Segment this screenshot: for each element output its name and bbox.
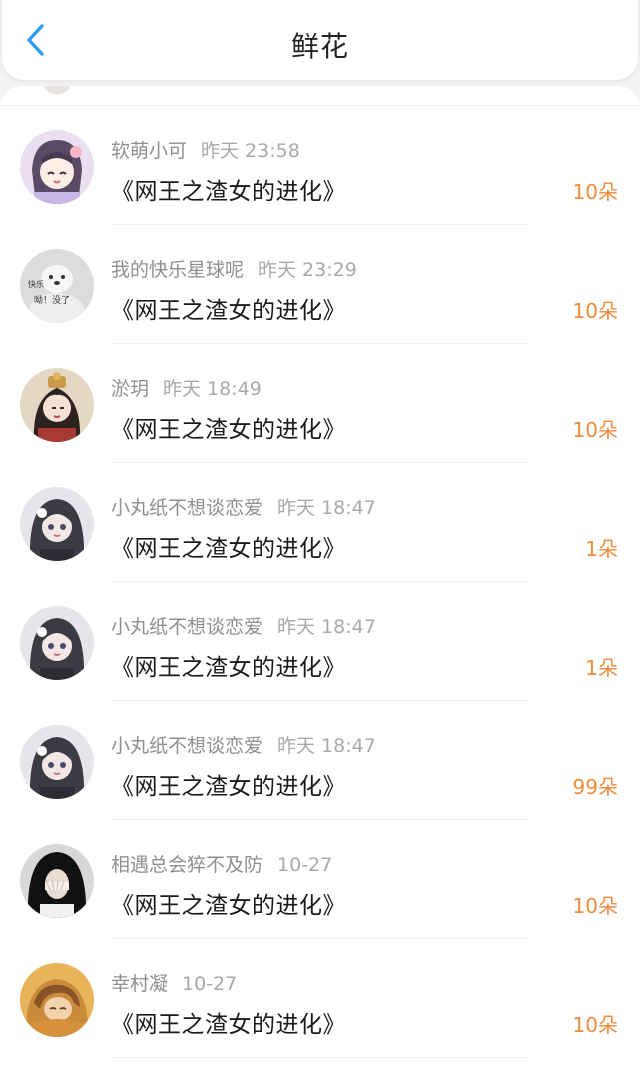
username[interactable]: 相遇总会猝不及防 [111,854,263,876]
item-meta: 我的快乐星球呢 昨天 23:29 [111,255,357,281]
item-meta: 小丸纸不想谈恋爱 昨天 18:47 [111,612,376,638]
avatar[interactable] [20,963,94,1037]
flower-count: 99朵 [572,775,618,799]
book-title[interactable]: 《网王之渣女的进化》 [111,648,346,682]
username[interactable]: 小丸纸不想谈恋爱 [111,735,263,757]
item-meta: 小丸纸不想谈恋爱 昨天 18:47 [111,731,376,757]
username[interactable]: 幸村凝 [111,973,168,995]
avatar[interactable] [20,487,94,561]
timestamp: 昨天 18:47 [277,497,376,519]
book-title[interactable]: 《网王之渣女的进化》 [111,172,346,206]
flower-count: 10朵 [572,180,618,204]
item-meta: 淤玥 昨天 18:49 [111,374,262,400]
item-meta: 小丸纸不想谈恋爱 昨天 18:47 [111,493,376,519]
avatar[interactable] [20,130,94,204]
book-title[interactable]: 《网王之渣女的进化》 [111,767,346,801]
flower-list-page: 鲜花 软萌小可昨天 23:58 《网王之渣女的进化》 10朵 快乐 呦！没了 我… [0,0,640,1068]
timestamp: 10-27 [277,854,333,876]
username[interactable]: 淤玥 [111,378,149,400]
timestamp: 昨天 18:47 [277,735,376,757]
username[interactable]: 小丸纸不想谈恋爱 [111,616,263,638]
avatar[interactable] [20,606,94,680]
list-item[interactable]: 快乐 呦！没了 我的快乐星球呢 昨天 23:29 《网王之渣女的进化》 10朵 [0,225,640,344]
flower-count: 1朵 [585,537,618,561]
nav-header: 鲜花 [2,0,638,80]
list-item[interactable]: 小丸纸不想谈恋爱 昨天 18:47 《网王之渣女的进化》 99朵 [0,701,640,820]
flower-list: 软萌小可 昨天 23:58 《网王之渣女的进化》 10朵 快乐 呦！没了 我的快… [0,86,640,1068]
list-item[interactable]: 小丸纸不想谈恋爱 昨天 18:47 《网王之渣女的进化》 1朵 [0,582,640,701]
list-item[interactable]: 软萌小可 昨天 23:58 《网王之渣女的进化》 10朵 [0,106,640,225]
partial-avatar [44,86,70,94]
timestamp: 昨天 23:58 [201,140,300,162]
avatar[interactable] [20,725,94,799]
flower-count: 10朵 [572,894,618,918]
list-item[interactable]: 小丸纸不想谈恋爱 昨天 18:47 《网王之渣女的进化》 1朵 [0,463,640,582]
book-title[interactable]: 《网王之渣女的进化》 [111,529,346,563]
sticker-text: 快乐 [28,279,44,289]
item-meta: 幸村凝 10-27 [111,969,237,995]
book-title[interactable]: 《网王之渣女的进化》 [111,886,346,920]
list-item[interactable]: 幸村凝 10-27 《网王之渣女的进化》 10朵 [0,939,640,1058]
item-meta: 相遇总会猝不及防 10-27 [111,850,332,876]
avatar[interactable] [20,844,94,918]
divider [111,1057,528,1058]
list-item[interactable]: 淤玥 昨天 18:49 《网王之渣女的进化》 10朵 [0,344,640,463]
list-top-edge [0,86,640,106]
page-title: 鲜花 [290,30,349,63]
avatar[interactable]: 快乐 呦！没了 [20,249,94,323]
timestamp: 昨天 23:29 [258,259,357,281]
list-item[interactable]: 相遇总会猝不及防 10-27 《网王之渣女的进化》 10朵 [0,820,640,939]
username[interactable]: 我的快乐星球呢 [111,259,244,281]
timestamp: 昨天 18:47 [277,616,376,638]
sticker-text: 呦！没了 [34,294,70,306]
username[interactable]: 软萌小可 [111,140,187,162]
flower-count: 10朵 [572,418,618,442]
username[interactable]: 小丸纸不想谈恋爱 [111,497,263,519]
flower-count: 10朵 [572,1013,618,1037]
timestamp: 昨天 18:49 [163,378,262,400]
timestamp: 10-27 [182,973,238,995]
flower-count: 10朵 [572,299,618,323]
avatar[interactable] [20,368,94,442]
book-title[interactable]: 《网王之渣女的进化》 [111,1005,346,1039]
book-title[interactable]: 《网王之渣女的进化》 [111,410,346,444]
item-meta: 软萌小可 昨天 23:58 [111,136,300,162]
flower-count: 1朵 [585,656,618,680]
book-title[interactable]: 《网王之渣女的进化》 [111,291,346,325]
